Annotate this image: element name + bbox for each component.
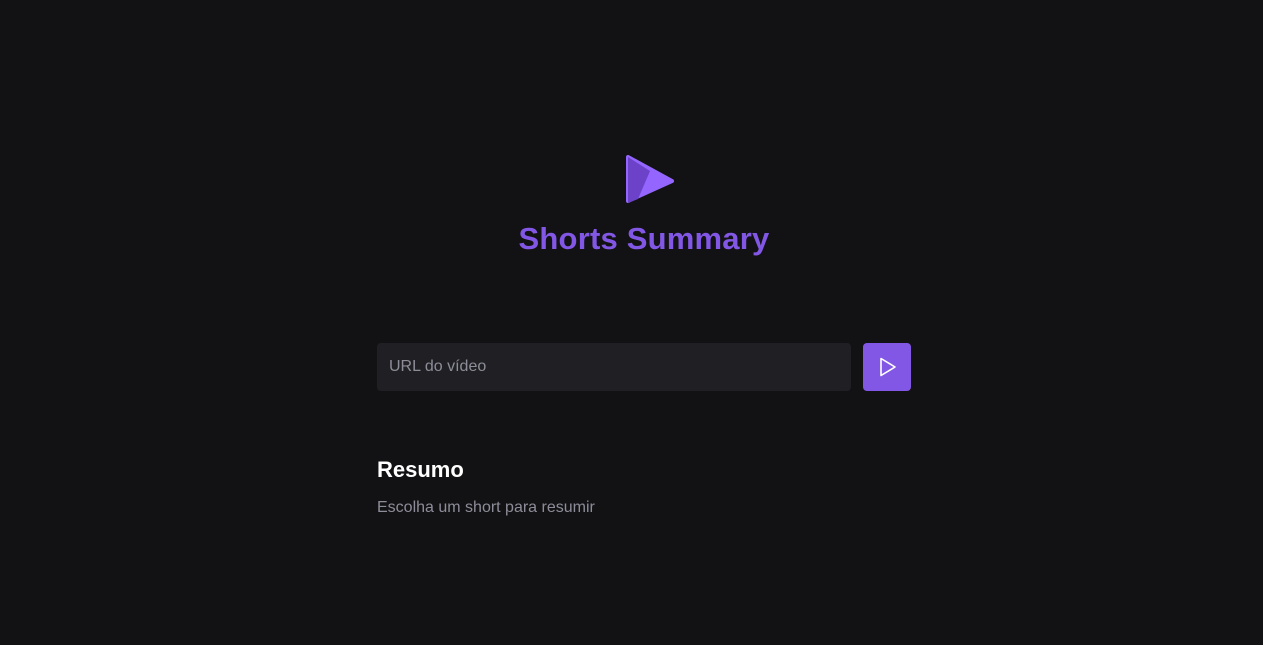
summary-heading: Resumo [377, 457, 464, 482]
app-title: Shorts Summary [518, 221, 770, 256]
submit-button[interactable] [863, 343, 911, 391]
video-url-input[interactable] [377, 343, 851, 391]
summary-text: Escolha um short para resumir [377, 499, 595, 516]
play-icon [880, 357, 896, 377]
video-url-form [377, 343, 911, 391]
play-logo-icon [626, 155, 674, 203]
app-page: Shorts Summary Resumo Escolha um short p… [0, 0, 1263, 645]
